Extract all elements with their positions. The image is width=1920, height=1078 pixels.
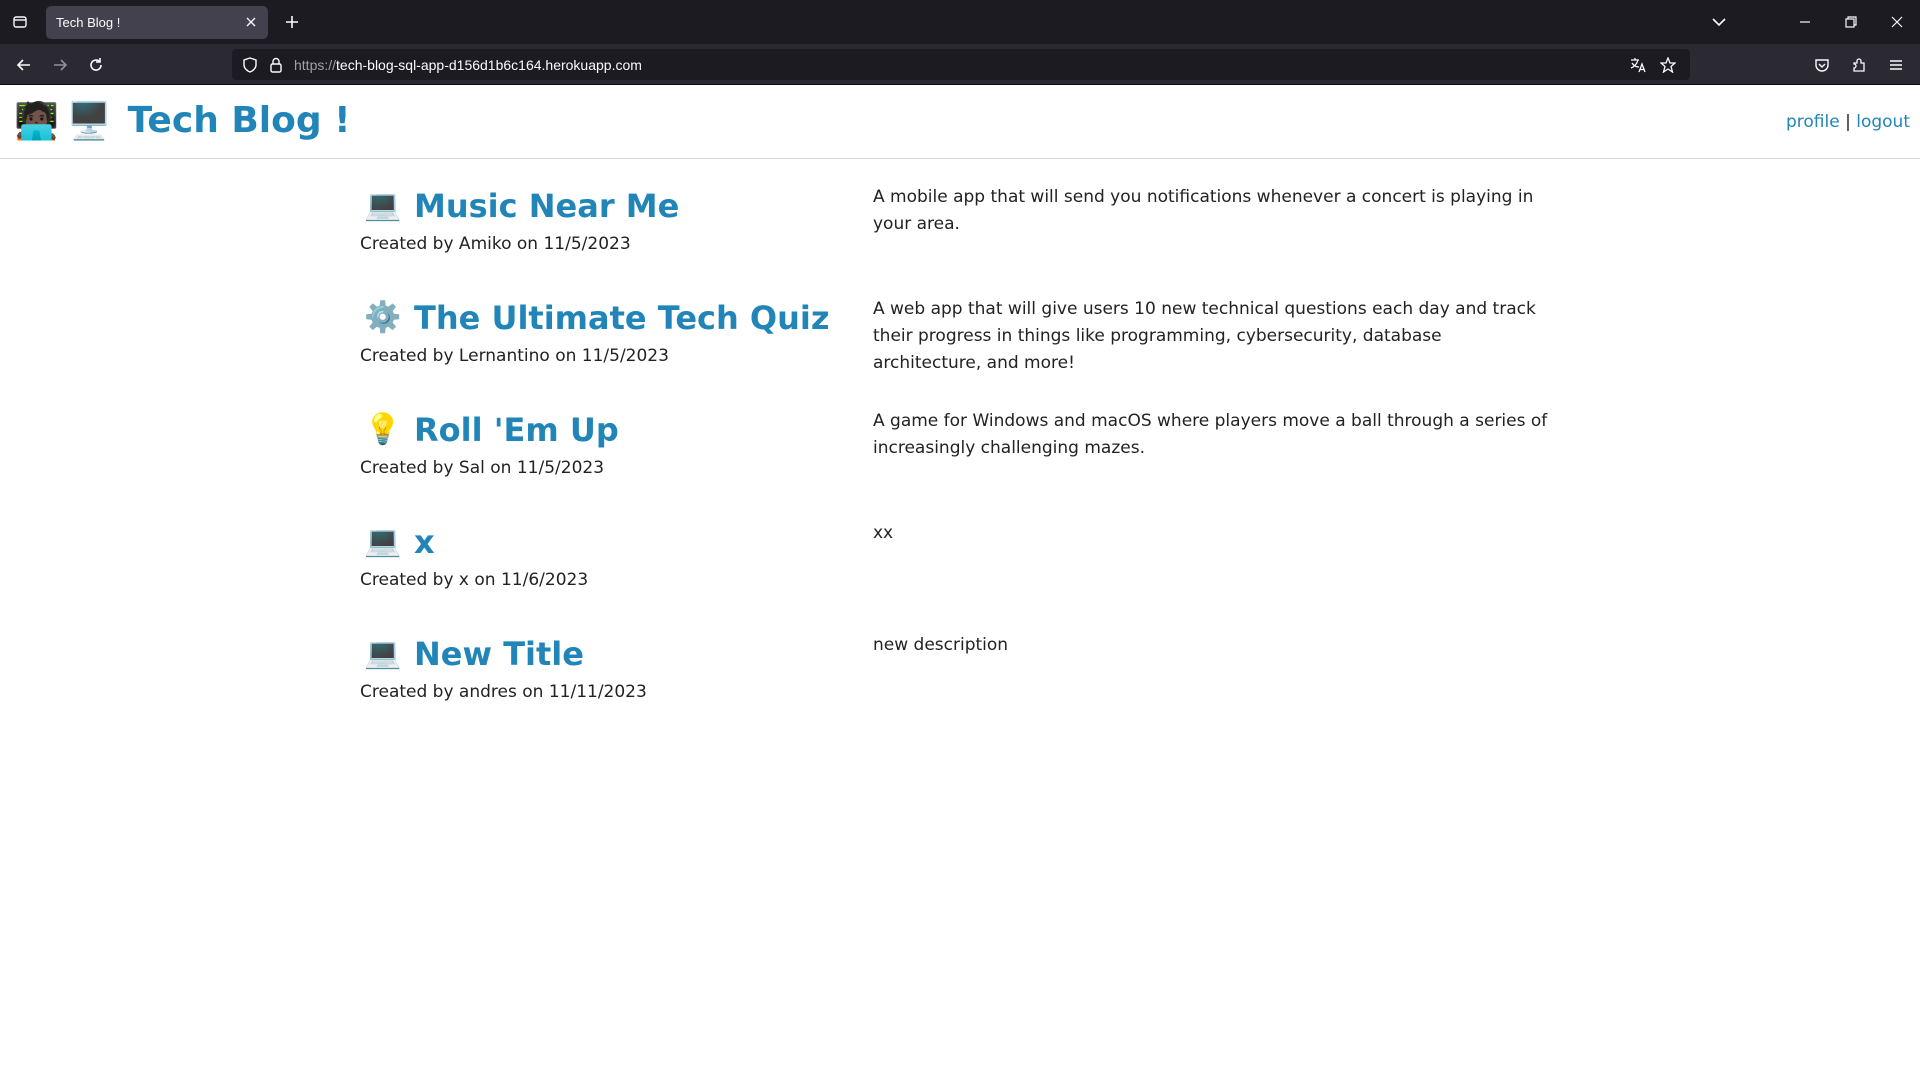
logout-link[interactable]: logout: [1856, 112, 1910, 132]
minimize-icon[interactable]: [1782, 0, 1828, 44]
post-heading: 💡 Roll 'Em Up Created by Sal on 11/5/202…: [360, 408, 860, 478]
post-title-link[interactable]: x: [414, 523, 435, 561]
post-heading: ⚙️ The Ultimate Tech Quiz Created by Ler…: [360, 296, 860, 366]
post-meta: Created by x on 11/6/2023: [360, 570, 589, 590]
url-bar[interactable]: https://tech-blog-sql-app-d156d1b6c164.h…: [232, 49, 1690, 80]
site-logo: 🧑🏿‍💻 🖥️ Tech Blog !: [14, 100, 351, 141]
page-content: 🧑🏿‍💻 🖥️ Tech Blog ! profile | logout 💻 M…: [0, 85, 1920, 1078]
restore-icon[interactable]: [1828, 0, 1874, 44]
post-description: A mobile app that will send you notifica…: [873, 187, 1534, 234]
post-meta: Created by Lernantino on 11/5/2023: [360, 346, 669, 366]
nav-separator: |: [1845, 112, 1851, 132]
post-meta: Created by Amiko on 11/5/2023: [360, 234, 631, 254]
pocket-icon[interactable]: [1808, 51, 1836, 79]
laptop-emoji-icon: 💻: [364, 189, 402, 222]
post-heading: 💻 x Created by x on 11/6/2023: [360, 520, 860, 590]
extensions-icon[interactable]: [1845, 51, 1873, 79]
tab-list-icon[interactable]: [8, 10, 32, 34]
reload-icon[interactable]: [82, 51, 110, 79]
post-description: A web app that will give users 10 new te…: [873, 299, 1536, 373]
gear-emoji-icon: ⚙️: [364, 301, 402, 334]
post-description: xx: [873, 523, 894, 543]
bookmark-star-icon[interactable]: [1658, 55, 1678, 75]
tab-title: Tech Blog !: [56, 15, 121, 30]
window-controls: [1696, 0, 1920, 44]
light-bulb-emoji-icon: 💡: [364, 413, 402, 446]
back-arrow-icon[interactable]: [10, 51, 38, 79]
laptop-emoji-icon: 💻: [364, 637, 402, 670]
url-host: tech-blog-sql-app-d156d1b6c164.herokuapp…: [336, 57, 642, 73]
shield-icon[interactable]: [240, 55, 260, 75]
post-heading: 💻 New Title Created by andres on 11/11/2…: [360, 632, 860, 702]
browser-tab-active[interactable]: Tech Blog !: [46, 6, 268, 39]
post-meta: Created by Sal on 11/5/2023: [360, 458, 605, 478]
browser-tab-bar: Tech Blog !: [0, 0, 1920, 44]
header-nav: profile | logout: [1786, 112, 1910, 132]
post-title-link[interactable]: New Title: [414, 635, 584, 673]
browser-nav-bar: https://tech-blog-sql-app-d156d1b6c164.h…: [0, 44, 1920, 85]
post-title-link[interactable]: Music Near Me: [414, 187, 679, 225]
close-icon[interactable]: [242, 13, 260, 31]
url-scheme: https://: [294, 57, 337, 73]
post-title-link[interactable]: The Ultimate Tech Quiz: [414, 299, 830, 337]
site-title-link[interactable]: Tech Blog !: [128, 100, 351, 141]
menu-icon[interactable]: [1882, 51, 1910, 79]
technologist-emoji-icon: 🧑🏿‍💻: [14, 99, 59, 141]
new-tab-plus-icon[interactable]: [280, 10, 304, 34]
laptop-emoji-icon: 💻: [364, 525, 402, 558]
chevron-down-icon[interactable]: [1696, 0, 1742, 44]
profile-link[interactable]: profile: [1786, 112, 1840, 132]
forward-arrow-icon[interactable]: [46, 51, 74, 79]
post-title-link[interactable]: Roll 'Em Up: [414, 411, 619, 449]
post-description: new description: [873, 635, 1009, 655]
translate-icon[interactable]: [1628, 55, 1648, 75]
post-description: A game for Windows and macOS where playe…: [873, 411, 1548, 458]
window-close-icon[interactable]: [1874, 0, 1920, 44]
site-header: 🧑🏿‍💻 🖥️ Tech Blog ! profile | logout: [0, 85, 1920, 159]
desktop-computer-emoji-icon: 🖥️: [66, 99, 112, 141]
post-meta: Created by andres on 11/11/2023: [360, 682, 647, 702]
lock-icon[interactable]: [266, 55, 286, 75]
post-heading: 💻 Music Near Me Created by Amiko on 11/5…: [360, 184, 860, 254]
url-text: https://tech-blog-sql-app-d156d1b6c164.h…: [294, 57, 642, 73]
